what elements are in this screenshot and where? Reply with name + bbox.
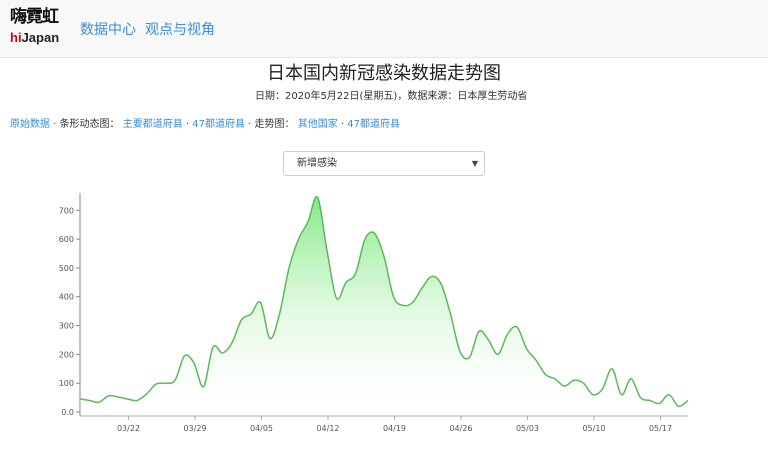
series-area-fill: [80, 196, 688, 412]
x-tick-label: 03/22: [117, 424, 140, 433]
link-major-prefectures[interactable]: 主要都道府县: [123, 119, 183, 130]
link-separator: ·: [182, 119, 193, 130]
y-tick-label: 0.0: [61, 408, 74, 417]
x-tick-label: 04/05: [250, 424, 273, 433]
y-tick-label: 700: [59, 206, 74, 215]
x-tick-label: 04/26: [449, 424, 472, 433]
link-separator: ·: [337, 119, 348, 130]
logo-latin: hiJapan: [10, 29, 66, 47]
nav-data-center[interactable]: 数据中心: [80, 20, 136, 40]
link-47-prefectures-trend[interactable]: 47都道府县: [347, 119, 400, 130]
y-tick-label: 600: [59, 235, 74, 244]
link-raw-data[interactable]: 原始数据: [10, 119, 50, 130]
top-navbar: 嗨霓虹 hiJapan 数据中心 观点与视角: [0, 0, 768, 58]
logo-kanji: 嗨霓虹: [10, 7, 59, 27]
link-other-countries[interactable]: 其他国家: [298, 119, 338, 130]
metric-select[interactable]: 新增感染 ▼: [283, 151, 485, 176]
nav-opinions[interactable]: 观点与视角: [145, 20, 215, 40]
y-tick-label: 400: [59, 293, 74, 302]
logo-latin-suffix: Japan: [21, 30, 60, 45]
x-tick-label: 05/17: [649, 424, 672, 433]
x-axis: 03/22 03/29 04/05 04/12 04/19 04/26 05/03 05/10…: [80, 415, 688, 433]
infection-area-chart: 0.0 100 200 300 400 500 600 700 03/22 03/29 04/05…: [59, 193, 689, 433]
page-title: 日本国内新冠感染数据走势图: [267, 63, 501, 84]
y-tick-label: 500: [59, 264, 74, 273]
x-tick-label: 04/12: [316, 424, 339, 433]
y-axis: 0.0 100 200 300 400 500 600 700: [59, 193, 81, 417]
chevron-down-icon: ▼: [471, 159, 478, 168]
y-tick-label: 200: [59, 350, 74, 359]
site-logo[interactable]: 嗨霓虹 hiJapan: [10, 5, 66, 53]
chart-links-row: 原始数据 · 条形动态图： 主要都道府县 · 47都道府县 · 走势图： 其他国…: [10, 118, 400, 132]
y-tick-label: 100: [59, 379, 74, 388]
logo-latin-prefix: hi: [10, 30, 22, 45]
link-separator: · 条形动态图：: [50, 119, 123, 130]
x-tick-label: 05/03: [516, 424, 539, 433]
link-separator: · 走势图：: [245, 119, 298, 130]
y-tick-label: 300: [59, 322, 74, 331]
link-47-prefectures-bar[interactable]: 47都道府县: [192, 119, 245, 130]
x-tick-label: 03/29: [183, 424, 206, 433]
page-subtitle: 日期：2020年5月22日(星期五)，数据来源：日本厚生劳动省: [255, 91, 528, 102]
metric-select-value: 新增感染: [297, 158, 337, 169]
x-tick-label: 04/19: [383, 424, 406, 433]
x-tick-label: 05/10: [582, 424, 605, 433]
